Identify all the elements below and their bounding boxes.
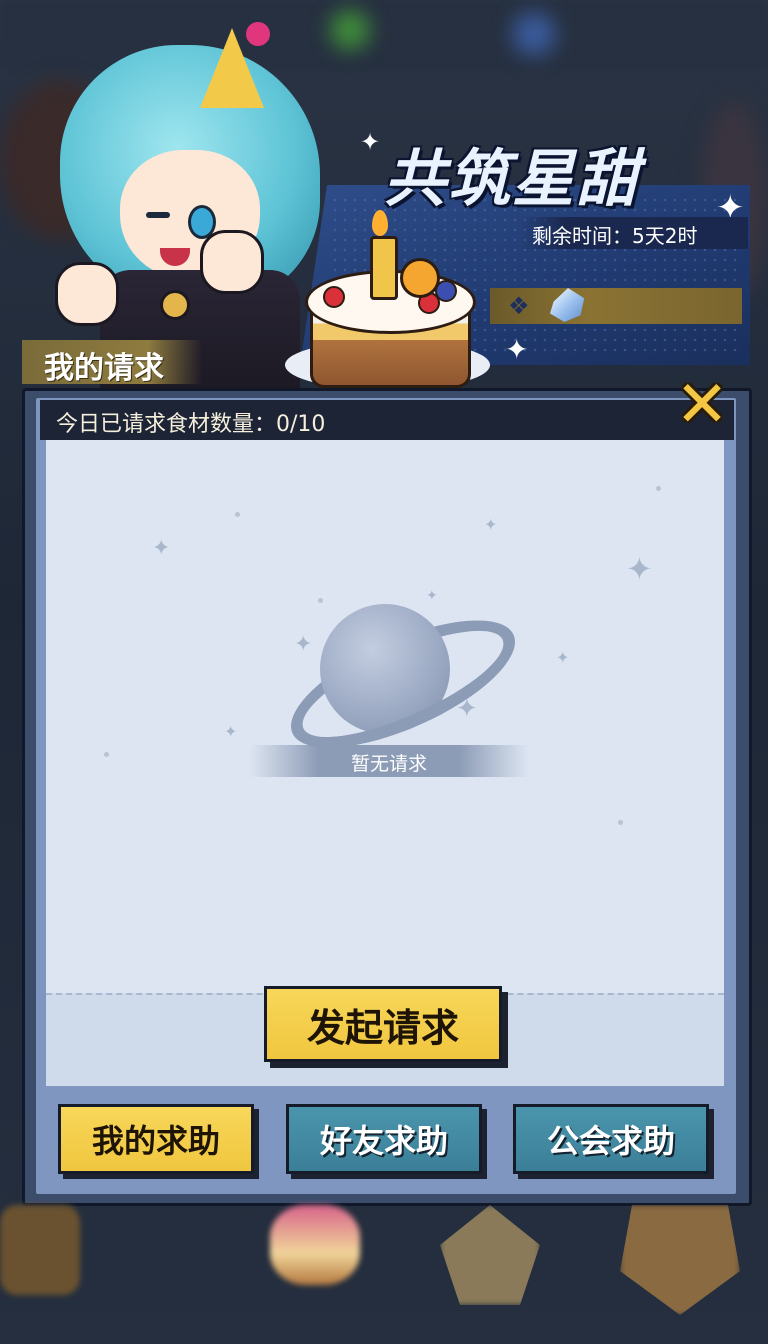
start-request-button[interactable]: 发起请求 <box>264 986 502 1062</box>
nav-item-cake[interactable] <box>270 1205 360 1285</box>
sparkle-icon: ✦ <box>224 722 238 741</box>
close-icon[interactable]: ✕ <box>672 373 732 437</box>
diamond-icon: ❖ <box>508 292 530 320</box>
nav-item-left[interactable] <box>0 1205 80 1295</box>
party-hat-pompom <box>246 22 270 46</box>
background-dot <box>656 486 661 491</box>
sparkle-icon: ✦ <box>505 333 529 366</box>
sparkle-icon: ✦ <box>626 550 653 588</box>
sparkle-icon: ✦ <box>294 632 313 657</box>
empty-message: 暂无请求 <box>350 753 427 775</box>
sparkle-icon: ✦ <box>556 648 570 667</box>
daily-request-count: 今日已请求食材数量：0/10 <box>56 412 326 437</box>
background-blur-shape <box>330 10 370 50</box>
sparkle-icon: ✦ <box>426 588 438 604</box>
background-dot <box>235 512 240 517</box>
remaining-time: 剩余时间：5天2时 <box>532 224 698 248</box>
character-hand <box>200 230 264 294</box>
flame-icon <box>372 210 388 236</box>
background-dot <box>104 752 109 757</box>
sparkle-icon: ✦ <box>360 128 381 156</box>
orange-slice-icon <box>400 258 440 298</box>
sparkle-icon: ✦ <box>484 515 498 534</box>
background-dot <box>318 598 323 603</box>
sparkle-icon: ✦ <box>152 536 171 561</box>
tab-guild-help[interactable]: 公会求助 <box>513 1104 709 1174</box>
character-hand <box>55 262 119 326</box>
background-dot <box>618 820 623 825</box>
berry-icon <box>323 286 345 308</box>
character-wink <box>146 212 170 218</box>
character-brooch <box>160 290 190 320</box>
tab-my-help[interactable]: 我的求助 <box>58 1104 254 1174</box>
event-title: 共筑星甜 <box>384 142 641 215</box>
top-resource-bar <box>0 0 768 70</box>
panel-tab-title: 我的请求 <box>44 351 164 386</box>
tab-friend-help[interactable]: 好友求助 <box>286 1104 482 1174</box>
background-blur-shape <box>512 12 556 56</box>
candle-icon <box>370 236 398 300</box>
